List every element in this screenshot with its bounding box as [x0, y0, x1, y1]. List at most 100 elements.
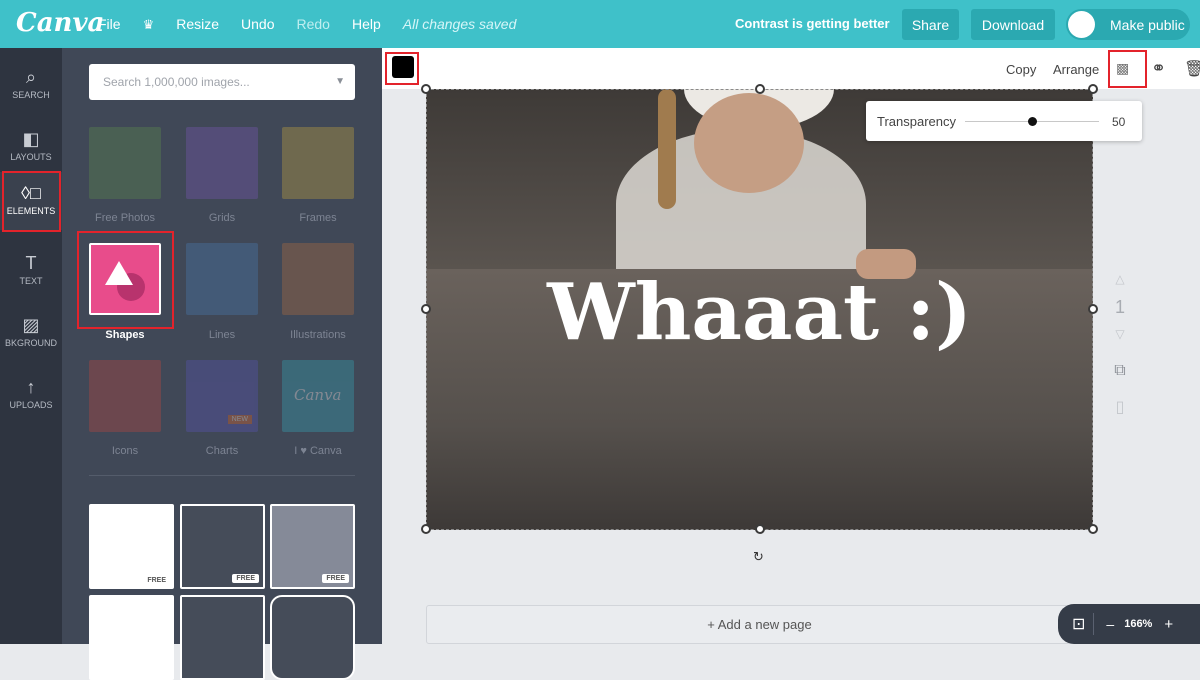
rail-uploads[interactable]: ↑ UPLOADS: [0, 366, 62, 426]
headline-text[interactable]: Whaaat :): [426, 267, 1093, 358]
resize-label: Resize: [176, 15, 220, 32]
top-bar: Canva File ♛ Resize Undo Redo Help All ch…: [0, 0, 1200, 48]
design-photo[interactable]: Whaaat :): [426, 89, 1093, 530]
color-swatch[interactable]: [392, 56, 414, 78]
make-public-label: Make public: [1110, 16, 1185, 33]
rail-background-label: BKGROUND: [4, 338, 57, 348]
undo-button[interactable]: Undo: [241, 16, 274, 32]
resize-handle[interactable]: [1088, 524, 1098, 534]
search-placeholder: Search 1,000,000 images...: [103, 75, 250, 89]
rail-layouts-label: LAYOUTS: [10, 152, 52, 162]
rail-elements-label: ELEMENTS: [6, 206, 56, 216]
chevron-down-icon[interactable]: ▼: [335, 76, 345, 87]
toggle-knob: [1068, 11, 1095, 38]
new-badge: NEW: [227, 415, 252, 424]
rail-layouts[interactable]: ◧ LAYOUTS: [0, 118, 62, 178]
trash-icon[interactable]: 🗑: [1184, 59, 1200, 79]
tile-lines[interactable]: [186, 243, 258, 315]
uploads-icon: ↑: [26, 377, 36, 397]
tile-charts[interactable]: NEW: [186, 360, 258, 432]
contrast-message: Contrast is getting better: [735, 16, 890, 31]
transparency-popup: Transparency 50: [866, 101, 1142, 141]
zoom-in-button[interactable]: +: [1164, 616, 1173, 633]
redo-button[interactable]: Redo: [296, 16, 329, 32]
zoom-divider: [1093, 613, 1095, 635]
tile-free-photos-label: Free Photos: [95, 212, 155, 224]
canva-logo[interactable]: Canva: [16, 8, 104, 38]
rail-elements[interactable]: ◊□ ELEMENTS: [0, 172, 62, 230]
save-status: All changes saved: [402, 16, 517, 32]
make-public-toggle[interactable]: Make public: [1066, 9, 1190, 40]
tile-icons-label: Icons: [111, 445, 139, 457]
resize-handle[interactable]: [421, 84, 431, 94]
photo-chef-face: [694, 93, 804, 193]
tile-grids-label: Grids: [208, 212, 236, 224]
delete-page-icon[interactable]: ▯: [1110, 397, 1130, 417]
main-menu: File ♛ Resize Undo Redo Help All changes …: [98, 0, 538, 48]
transparency-icon[interactable]: ▩: [1116, 60, 1129, 77]
resize-handle[interactable]: [755, 524, 765, 534]
rail-text[interactable]: T TEXT: [0, 242, 62, 302]
arrange-button[interactable]: Arrange: [1053, 62, 1099, 77]
elements-panel: Search 1,000,000 images... ▼ Free Photos…: [62, 48, 382, 680]
share-button[interactable]: Share: [902, 9, 959, 40]
help-menu[interactable]: Help: [352, 16, 381, 32]
transparency-label: Transparency: [877, 114, 956, 129]
panel-divider: [89, 475, 355, 476]
tile-grids[interactable]: [186, 127, 258, 199]
tile-i-love-canva[interactable]: Canva: [282, 360, 354, 432]
bg-thumb-white[interactable]: FREE: [89, 504, 174, 589]
rotate-icon[interactable]: ↻: [753, 549, 764, 565]
zoom-out-button[interactable]: –: [1106, 616, 1114, 632]
transparency-value: 50: [1112, 115, 1126, 129]
copy-button[interactable]: Copy: [1006, 62, 1036, 77]
resize-handle[interactable]: [755, 84, 765, 94]
page-number: 1: [1114, 297, 1125, 317]
tile-illustrations-label: Illustrations: [290, 329, 346, 341]
duplicate-page-icon[interactable]: ⧉: [1110, 362, 1130, 380]
resize-handle[interactable]: [421, 524, 431, 534]
tile-illustrations[interactable]: [282, 243, 354, 315]
background-icon: ▨: [22, 315, 40, 335]
left-rail: ⌕ SEARCH ◧ LAYOUTS ◊□ ELEMENTS T TEXT ▨ …: [0, 48, 62, 644]
page-up-icon[interactable]: △: [1110, 272, 1130, 286]
shapes-icon: [105, 261, 145, 301]
transparency-slider-thumb[interactable]: [1028, 117, 1037, 126]
free-badge: FREE: [232, 574, 259, 583]
page-down-icon[interactable]: ▽: [1110, 327, 1130, 341]
bg-thumb-grey[interactable]: FREE: [270, 504, 355, 589]
bg-thumb-dark-2[interactable]: [180, 595, 265, 680]
download-button[interactable]: Download: [971, 9, 1055, 40]
free-badge: FREE: [322, 574, 349, 583]
link-icon[interactable]: ⚭: [1151, 58, 1166, 79]
image-search-input[interactable]: Search 1,000,000 images... ▼: [89, 64, 355, 100]
bg-thumb-dark[interactable]: FREE: [180, 504, 265, 589]
bg-thumb-white-2[interactable]: [89, 595, 174, 680]
tile-shapes[interactable]: [89, 243, 161, 315]
rail-text-label: TEXT: [19, 276, 43, 286]
add-page-button[interactable]: + Add a new page: [426, 605, 1093, 644]
file-menu[interactable]: File: [98, 16, 121, 32]
resize-handle[interactable]: [1088, 84, 1098, 94]
present-icon[interactable]: ⊡: [1072, 614, 1085, 634]
photo-wooden-spoon: [658, 89, 676, 209]
bg-thumb-rounded[interactable]: [270, 595, 355, 680]
rail-background[interactable]: ▨ BKGROUND: [0, 304, 62, 364]
tile-charts-label: Charts: [205, 445, 239, 457]
layouts-icon: ◧: [22, 129, 40, 149]
tile-shapes-label: Shapes: [105, 329, 145, 341]
resize-handle[interactable]: [421, 304, 431, 314]
tile-icons[interactable]: [89, 360, 161, 432]
tile-lines-label: Lines: [208, 329, 236, 341]
rail-search-label: SEARCH: [12, 90, 50, 100]
tile-free-photos[interactable]: [89, 127, 161, 199]
canva-tile-text: Canva: [294, 386, 342, 404]
tile-i-love-canva-label: I ♥ Canva: [294, 445, 342, 457]
resize-handle[interactable]: [1088, 304, 1098, 314]
crown-icon: ♛: [142, 16, 155, 32]
tile-frames-label: Frames: [299, 212, 337, 224]
tile-frames[interactable]: [282, 127, 354, 199]
zoom-value: 166%: [1124, 618, 1153, 630]
resize-menu[interactable]: ♛ Resize: [143, 16, 219, 33]
rail-search[interactable]: ⌕ SEARCH: [0, 56, 62, 116]
